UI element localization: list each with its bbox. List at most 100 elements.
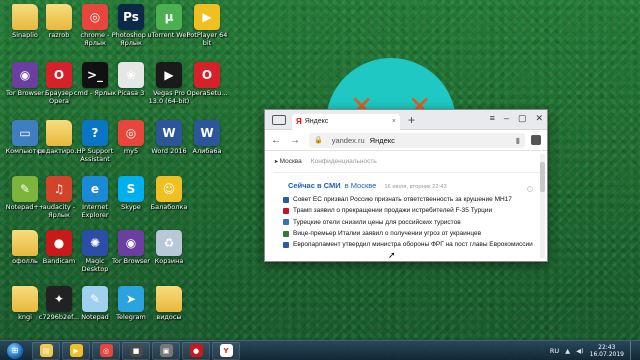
taskbar-button[interactable]: ■: [122, 341, 150, 360]
photoshop-icon: Ps: [118, 4, 144, 30]
new-tab-button[interactable]: +: [408, 113, 415, 127]
chrome-taskbar-icon: ◎: [99, 344, 113, 357]
folder-icon: [12, 230, 38, 256]
folder-icon: [156, 286, 182, 312]
forward-icon[interactable]: →: [290, 135, 300, 146]
news-item-text: Совет ЕС призвал Россию признать ответст…: [293, 196, 512, 204]
bookmark-icon[interactable]: ▮: [516, 136, 520, 145]
bandicam-taskbar-icon: ●: [189, 344, 203, 357]
address-title: Яндекс: [369, 135, 395, 145]
desktop-shortcut-label: Корзина: [154, 258, 184, 265]
telegram-icon: ➤: [118, 286, 144, 312]
news-item[interactable]: Европарламент утвердил министра обороны …: [283, 239, 547, 250]
desktop-shortcut[interactable]: видосы: [146, 286, 192, 342]
back-icon[interactable]: ←: [271, 135, 281, 146]
picasa-icon: ❀: [118, 62, 144, 88]
downloads-icon[interactable]: [531, 135, 541, 145]
word-icon: W: [156, 120, 182, 146]
desktop-shortcut-label: Алиба6а: [192, 148, 222, 155]
desktop-shortcut[interactable]: ▶ PotPlayer 64 bit: [184, 4, 230, 60]
news-item-text: Вице-премьер Италии заявил о получении у…: [293, 230, 482, 238]
news-item[interactable]: Турецкие отели снизили цены для российск…: [283, 217, 547, 228]
desktop-shortcut[interactable]: O OperaSetu...: [184, 62, 230, 118]
desktop-shortcut[interactable]: W Алиба6а: [184, 120, 230, 176]
volume-icon[interactable]: ◀): [576, 347, 584, 355]
news-source-icon: [283, 219, 289, 226]
address-host: yandex.ru: [331, 135, 365, 145]
tab-close-icon[interactable]: ×: [392, 118, 396, 125]
windows-logo-icon: ⊞: [7, 342, 23, 359]
page-content: Москва Конфиденциальность Сейчас в СМИ в…: [265, 151, 547, 262]
news-title-link[interactable]: Сейчас в СМИ: [288, 181, 341, 190]
taskbar-button[interactable]: ▣: [152, 341, 180, 360]
start-button[interactable]: ⊞: [0, 341, 30, 360]
potplayer-icon: ▶: [194, 4, 220, 30]
news-city-link[interactable]: в Москве: [345, 181, 377, 190]
taskbar-button[interactable]: ▶: [62, 341, 90, 360]
desktop-shortcut[interactable]: ♻ Корзина: [146, 230, 192, 286]
word-doc-icon: W: [194, 120, 220, 146]
taskbar-apps: ▤ ▶ ◎ ■ ▣ ● Y: [30, 341, 240, 360]
tor-icon: ◉: [12, 62, 38, 88]
news-date: 16 июля, вторник 22:43: [384, 184, 447, 190]
cmd-icon: >_: [82, 62, 108, 88]
utorrent-icon: µ: [156, 4, 182, 30]
lock-icon: 🔒: [314, 137, 323, 144]
news-source-icon: [283, 241, 289, 248]
news-source-icon: [283, 207, 289, 214]
news-item[interactable]: Трамп заявил о прекращении продажи истре…: [283, 205, 547, 216]
news-item-text: Европарламент утвердил министра обороны …: [293, 241, 533, 249]
clock-date: 16.07.2019: [589, 350, 624, 358]
app-taskbar-icon: ■: [129, 344, 143, 357]
desktop-shortcut[interactable]: ☺ Балаболка: [146, 176, 192, 232]
skype-icon: S: [118, 176, 144, 202]
news-source-icon: [283, 196, 289, 203]
news-source-icon: [283, 230, 289, 237]
folder-icon: [12, 4, 38, 30]
taskbar-button[interactable]: ▤: [32, 341, 60, 360]
browser-titlebar[interactable]: Я Яндекс × + ≡ – ▢ ✕: [265, 110, 547, 130]
sidebar-toggle-icon[interactable]: [272, 114, 286, 125]
news-refresh-icon[interactable]: [527, 186, 533, 192]
address-bar-row: ← → 🔒 yandex.ru Яндекс ▮: [265, 130, 547, 151]
chrome-icon: ◎: [118, 120, 144, 146]
location-link[interactable]: Москва: [274, 158, 302, 165]
page-header: Москва Конфиденциальность: [274, 151, 547, 173]
news-item-text: Трамп заявил о прекращении продажи истре…: [293, 207, 493, 215]
menu-icon[interactable]: ≡: [490, 113, 495, 124]
tab-yandex[interactable]: Я Яндекс ×: [292, 113, 400, 130]
clock[interactable]: 22:43 16.07.2019: [590, 344, 624, 358]
yandex-taskbar-icon: Y: [219, 344, 233, 357]
news-item[interactable]: Вице-премьер Италии заявил о получении у…: [283, 228, 547, 239]
close-icon[interactable]: ✕: [535, 113, 543, 124]
browser-window[interactable]: Я Яндекс × + ≡ – ▢ ✕ ← → 🔒 yandex.ru Янд…: [264, 109, 548, 262]
address-input[interactable]: 🔒 yandex.ru Яндекс ▮: [309, 132, 525, 148]
opera-icon: O: [46, 62, 72, 88]
system-tray: RU ▲ ◀) 22:43 16.07.2019: [550, 340, 640, 360]
folder-icon: [46, 120, 72, 146]
potplayer-taskbar-icon: ▶: [69, 344, 83, 357]
scrollbar-thumb[interactable]: [540, 162, 545, 192]
language-indicator[interactable]: RU: [550, 347, 559, 355]
ie-icon: e: [82, 176, 108, 202]
balabolka-icon: ☺: [156, 176, 182, 202]
clock-time: 22:43: [598, 343, 616, 351]
taskbar-button[interactable]: ◎: [92, 341, 120, 360]
news-list: Совет ЕС призвал Россию признать ответст…: [274, 194, 547, 250]
taskbar: ⊞ ▤ ▶ ◎ ■ ▣ ● Y RU ▲ ◀) 22:43 16.07.2019: [0, 340, 640, 360]
taskbar-button[interactable]: Y: [212, 341, 240, 360]
privacy-link[interactable]: Конфиденциальность: [311, 158, 377, 165]
minimize-icon[interactable]: –: [504, 113, 509, 124]
network-icon[interactable]: ▲: [565, 347, 570, 355]
hp-icon: ?: [82, 120, 108, 146]
magic-desktop-icon: ✺: [82, 230, 108, 256]
show-desktop-button[interactable]: [630, 340, 634, 360]
taskbar-button[interactable]: ●: [182, 341, 210, 360]
page-scrollbar[interactable]: [540, 154, 545, 258]
desktop-shortcut-label: PotPlayer 64 bit: [186, 32, 228, 47]
maximize-icon[interactable]: ▢: [518, 113, 527, 124]
news-item-text: Турецкие отели снизили цены для российск…: [293, 218, 461, 226]
desktop-shortcut-label: OperaSetu...: [186, 90, 228, 97]
chrome-icon: ◎: [82, 4, 108, 30]
news-item[interactable]: Совет ЕС призвал Россию признать ответст…: [283, 194, 547, 205]
